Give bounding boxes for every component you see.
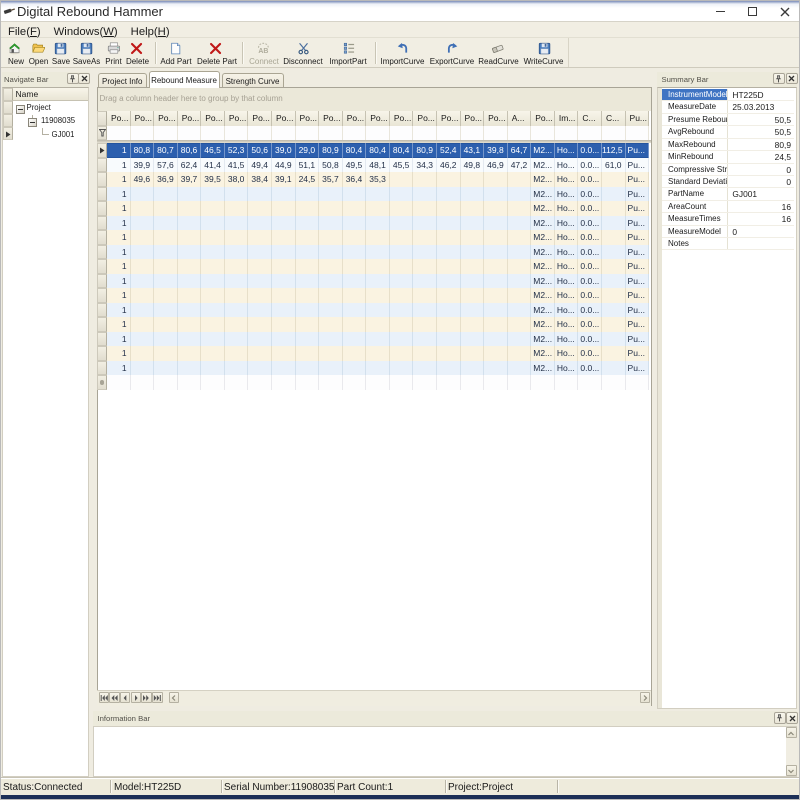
svg-text:AB: AB — [258, 48, 268, 55]
